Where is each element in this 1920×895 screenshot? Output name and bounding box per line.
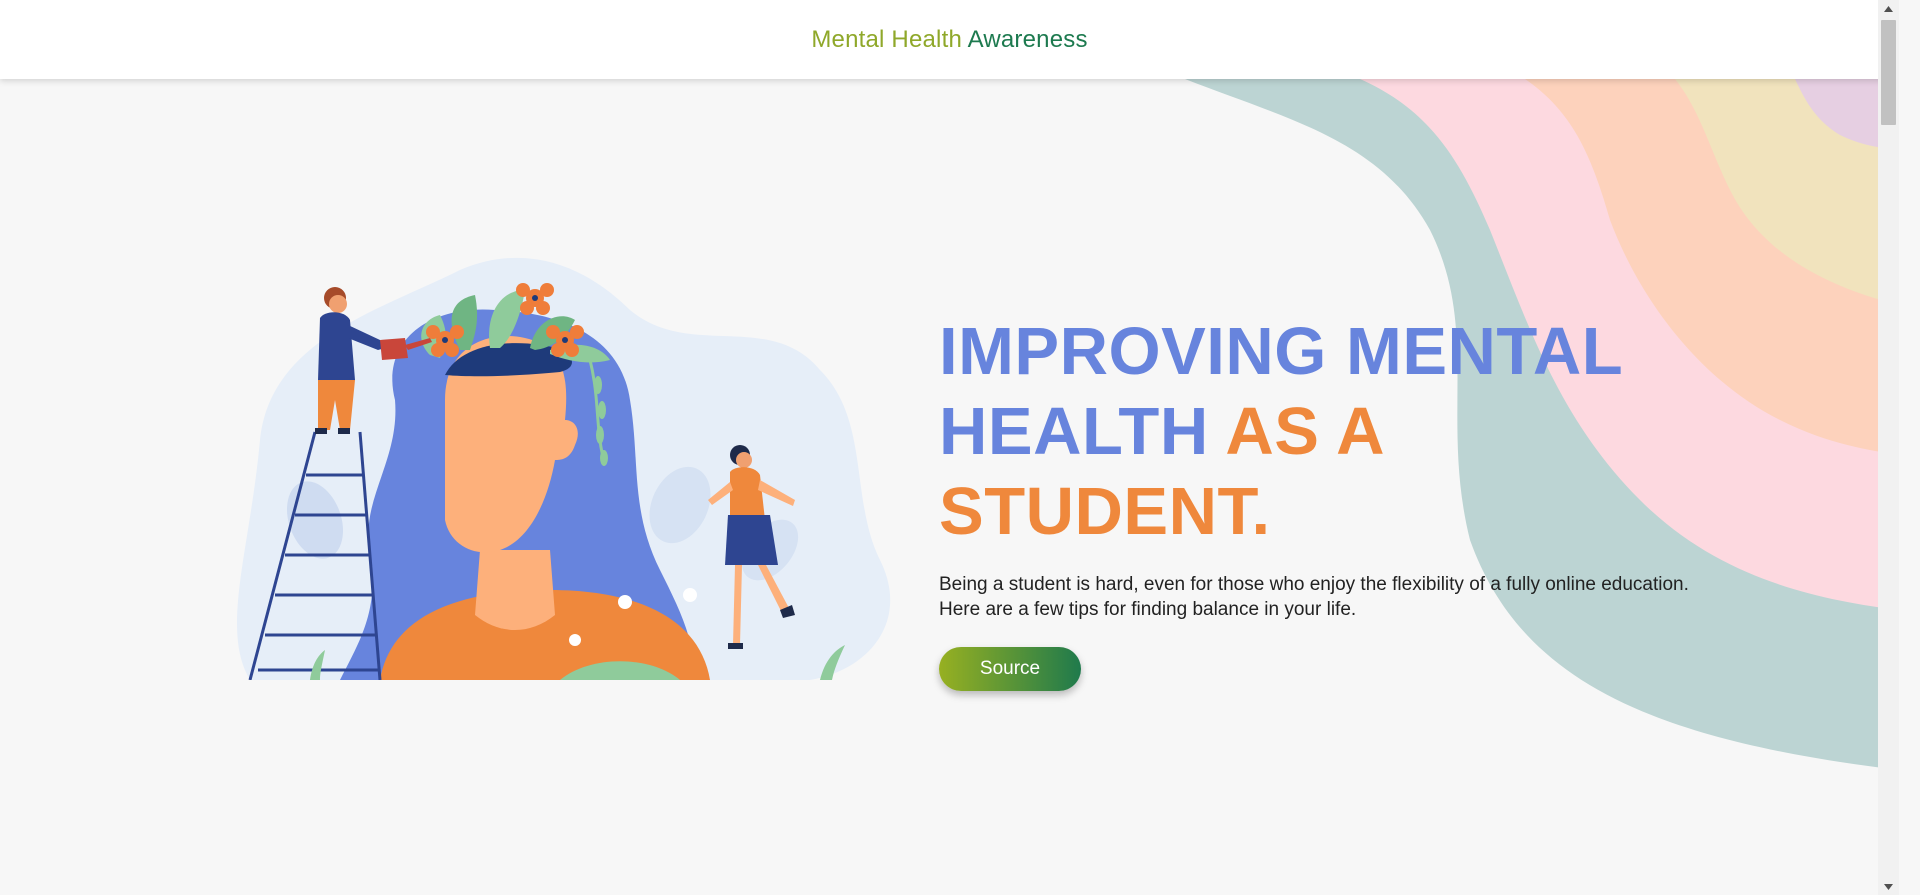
site-header: Mental Health Awareness [0, 0, 1899, 79]
hero-lead-text: Being a student is hard, even for those … [939, 574, 1689, 620]
person-head-with-flowers-illustration [237, 257, 891, 680]
scroll-up-arrow-icon[interactable] [1878, 0, 1899, 17]
vertical-scrollbar[interactable] [1878, 0, 1899, 895]
hero-text: IMPROVING MENTAL HEALTH AS A STUDENT. Be… [939, 312, 1699, 691]
scroll-thumb[interactable] [1881, 20, 1896, 125]
page: Mental Health Awareness IMPROVING MENTAL… [0, 0, 1899, 895]
brand-link[interactable]: Mental Health Awareness [811, 26, 1087, 54]
brand-text-part2: Awareness [967, 25, 1088, 53]
hero-headline: IMPROVING MENTAL HEALTH AS A STUDENT. [939, 312, 1699, 552]
source-button[interactable]: Source [939, 647, 1081, 691]
brand-text-part1: Mental Health [811, 25, 963, 53]
scroll-down-arrow-icon[interactable] [1878, 878, 1899, 895]
